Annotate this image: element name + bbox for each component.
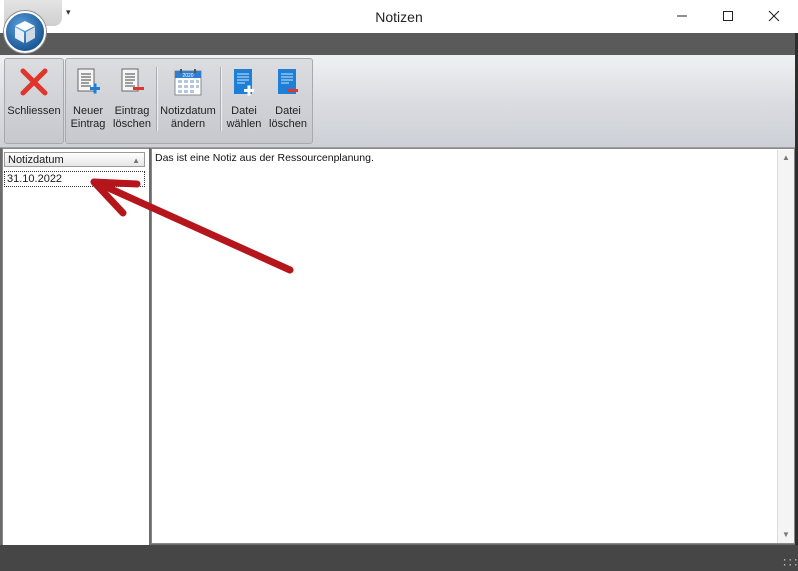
scroll-up-icon[interactable]: ▲ [778, 150, 794, 166]
new-entry-document-icon [77, 68, 100, 94]
column-header-label: Notizdatum [8, 154, 64, 166]
eintrag-loeschen-button[interactable]: Eintrag löschen [111, 65, 153, 131]
ribbon: Schliessen Neuer Eintrag Eintrag löschen… [0, 55, 795, 148]
notizdatum-aendern-button[interactable]: 2020 Notizdatum ändern [159, 65, 217, 131]
close-red-x-icon [20, 68, 48, 96]
ribbon-group-entries: Neuer Eintrag Eintrag löschen 2020 Notiz… [65, 58, 313, 144]
datei-waehlen-button[interactable]: Datei wählen [224, 65, 264, 131]
window-frame-band [0, 33, 798, 55]
datei-loeschen-label-1: Datei [275, 105, 301, 117]
eintrag-loeschen-label-2: löschen [113, 118, 151, 130]
list-item[interactable]: 31.10.2022 [4, 171, 145, 187]
file-add-icon [234, 69, 254, 96]
note-text-area[interactable] [151, 148, 795, 544]
vertical-scrollbar[interactable]: ▲ ▼ [777, 150, 794, 543]
ribbon-separator [156, 67, 157, 131]
minimize-button[interactable] [659, 0, 705, 33]
resize-grip-icon[interactable]: ⠠⠠⠠ ⠠⠠⠠ [780, 554, 798, 568]
status-bar [0, 545, 798, 571]
datei-waehlen-label-1: Datei [231, 105, 257, 117]
eintrag-loeschen-label-1: Eintrag [114, 105, 150, 117]
ribbon-group-close: Schliessen [4, 58, 64, 144]
cube-icon [15, 21, 35, 43]
schliessen-button[interactable]: Schliessen [5, 65, 63, 131]
application-orb-button[interactable] [4, 11, 46, 53]
neuer-eintrag-label-1: Neuer [73, 105, 103, 117]
neuer-eintrag-label-2: Eintrag [70, 118, 106, 130]
scroll-down-icon[interactable]: ▼ [778, 527, 794, 543]
minimize-icon [677, 15, 687, 17]
notizdatum-aendern-label-2: ändern [170, 118, 206, 130]
delete-entry-document-icon [121, 68, 144, 92]
note-text: Das ist eine Notiz aus der Ressourcenpla… [155, 152, 374, 164]
column-header-notizdatum[interactable]: Notizdatum ▲ [4, 152, 145, 167]
calendar-icon: 2020 [174, 69, 202, 96]
notes-list-panel [2, 148, 151, 546]
datei-loeschen-label-2: löschen [269, 118, 307, 130]
neuer-eintrag-button[interactable]: Neuer Eintrag [68, 65, 108, 131]
file-delete-icon [278, 69, 298, 94]
close-icon [768, 10, 780, 22]
maximize-icon [723, 11, 733, 21]
calendar-year-text: 2020 [182, 73, 193, 79]
close-button[interactable] [751, 0, 797, 33]
sort-ascending-icon: ▲ [132, 156, 140, 165]
notizdatum-aendern-label-1: Notizdatum [160, 105, 216, 117]
datei-loeschen-button[interactable]: Datei löschen [267, 65, 309, 131]
datei-waehlen-label-2: wählen [226, 118, 262, 130]
ribbon-separator [220, 67, 221, 131]
schliessen-label: Schliessen [7, 105, 61, 117]
maximize-button[interactable] [705, 0, 751, 33]
